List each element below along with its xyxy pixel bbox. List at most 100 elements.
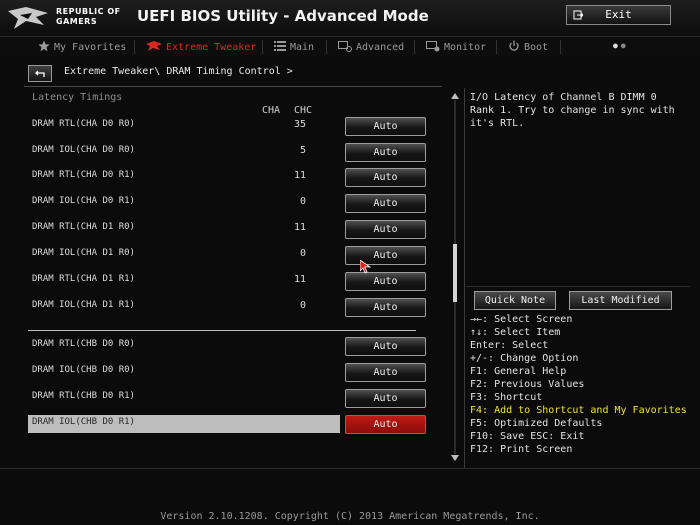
tab-extreme-tweaker[interactable]: Extreme Tweaker bbox=[146, 40, 256, 56]
mouse-cursor-icon bbox=[360, 260, 372, 274]
group-separator bbox=[28, 330, 416, 331]
setting-value: 11 bbox=[293, 170, 306, 181]
tab-label: Main bbox=[290, 42, 315, 53]
key-legend: →←: Select Screen ↑↓: Select Item Enter:… bbox=[470, 313, 690, 456]
app-title: UEFI BIOS Utility - Advanced Mode bbox=[137, 7, 429, 25]
setting-row[interactable]: DRAM RTL(CHB D0 R1) bbox=[28, 389, 340, 407]
setting-row[interactable]: DRAM IOL(CHA D0 R1) 0 bbox=[28, 194, 340, 212]
column-header-cha: CHA bbox=[262, 105, 281, 116]
setting-value: 11 bbox=[293, 274, 306, 285]
page-dot-active[interactable]: ● bbox=[613, 41, 621, 50]
setting-label: DRAM RTL(CHB D0 R1) bbox=[32, 391, 135, 401]
setting-row[interactable]: DRAM IOL(CHA D1 R0) 0 bbox=[28, 246, 340, 264]
page-indicator[interactable]: ●● bbox=[613, 41, 629, 50]
last-modified-button[interactable]: Last Modified bbox=[569, 291, 672, 310]
tab-monitor[interactable]: Monitor bbox=[426, 40, 486, 56]
breadcrumb[interactable]: Extreme Tweaker\ DRAM Timing Control > bbox=[64, 66, 293, 77]
version-footer: Version 2.10.1208. Copyright (C) 2013 Am… bbox=[160, 511, 540, 522]
setting-row[interactable]: DRAM RTL(CHA D1 R0) 11 bbox=[28, 220, 340, 238]
setting-row[interactable]: DRAM RTL(CHB D0 R0) bbox=[28, 337, 340, 355]
setting-row[interactable]: DRAM IOL(CHA D1 R1) 0 bbox=[28, 298, 340, 316]
setting-label: DRAM IOL(CHA D0 R0) bbox=[32, 145, 135, 155]
setting-label: DRAM IOL(CHB D0 R1) bbox=[32, 417, 135, 427]
setting-value: 0 bbox=[299, 248, 306, 259]
tab-separator bbox=[262, 40, 263, 54]
rog-logo-icon bbox=[8, 7, 48, 29]
rog-eye-icon bbox=[146, 41, 162, 51]
page-dot[interactable]: ● bbox=[621, 41, 629, 50]
key-hint: F1: General Help bbox=[470, 366, 567, 377]
tab-separator bbox=[414, 40, 415, 54]
option-button[interactable]: Auto bbox=[345, 143, 426, 162]
setting-label: DRAM RTL(CHA D0 R1) bbox=[32, 170, 135, 180]
back-button[interactable] bbox=[28, 65, 52, 82]
setting-row[interactable]: DRAM RTL(CHA D0 R0) 35 bbox=[28, 117, 340, 135]
setting-row[interactable]: DRAM IOL(CHA D0 R0) 5 bbox=[28, 143, 340, 161]
key-hint: ↑↓: Select Item bbox=[470, 327, 561, 338]
option-button[interactable]: Auto bbox=[345, 220, 426, 239]
tab-separator bbox=[560, 40, 561, 54]
setting-row[interactable]: DRAM IOL(CHB D0 R0) bbox=[28, 363, 340, 381]
option-button[interactable]: Auto bbox=[345, 389, 426, 408]
option-button[interactable]: Auto bbox=[345, 246, 426, 265]
back-arrow-icon bbox=[35, 70, 45, 77]
setting-row-selected[interactable]: DRAM IOL(CHB D0 R1) bbox=[28, 415, 340, 433]
setting-value: 35 bbox=[293, 119, 306, 130]
setting-row[interactable]: DRAM RTL(CHA D1 R1) 11 bbox=[28, 272, 340, 290]
exit-icon bbox=[573, 10, 583, 20]
scrollbar-thumb[interactable] bbox=[453, 244, 457, 302]
option-button[interactable]: Auto bbox=[345, 168, 426, 187]
settings-scrollbar[interactable] bbox=[450, 92, 460, 462]
tab-separator bbox=[496, 40, 497, 54]
quick-note-button[interactable]: Quick Note bbox=[474, 291, 556, 310]
tab-separator bbox=[134, 40, 135, 54]
option-button[interactable]: Auto bbox=[345, 117, 426, 136]
option-button[interactable]: Auto bbox=[345, 363, 426, 382]
key-hint: F2: Previous Values bbox=[470, 379, 585, 390]
setting-label: DRAM RTL(CHA D1 R0) bbox=[32, 222, 135, 232]
breadcrumb-divider bbox=[24, 86, 442, 87]
setting-label: DRAM IOL(CHB D0 R0) bbox=[32, 365, 135, 375]
setting-label: DRAM IOL(CHA D1 R0) bbox=[32, 248, 135, 258]
option-button[interactable]: Auto bbox=[345, 194, 426, 213]
tab-label: My Favorites bbox=[54, 42, 127, 53]
key-hint: F3: Shortcut bbox=[470, 392, 543, 403]
footer-divider bbox=[0, 468, 700, 469]
star-icon bbox=[38, 40, 50, 52]
key-hint: Enter: Select bbox=[470, 340, 549, 351]
monitor-gear-icon bbox=[426, 41, 440, 52]
tab-my-favorites[interactable]: My Favorites bbox=[38, 40, 126, 56]
setting-label: DRAM RTL(CHA D0 R0) bbox=[32, 119, 135, 129]
option-button[interactable]: Auto bbox=[345, 298, 426, 317]
brand-line-2: GAMERS bbox=[56, 17, 98, 26]
tab-separator bbox=[326, 40, 327, 54]
tab-advanced[interactable]: Advanced bbox=[338, 40, 404, 56]
setting-value: 11 bbox=[293, 222, 306, 233]
scroll-down-icon[interactable] bbox=[450, 454, 460, 462]
setting-row[interactable]: DRAM RTL(CHA D0 R1) 11 bbox=[28, 168, 340, 186]
key-hint: F5: Optimized Defaults bbox=[470, 418, 603, 429]
tab-boot[interactable]: Boot bbox=[508, 40, 548, 56]
setting-value: 0 bbox=[299, 300, 306, 311]
tab-main[interactable]: Main bbox=[274, 40, 314, 56]
help-divider bbox=[466, 286, 690, 287]
power-icon bbox=[509, 40, 519, 51]
setting-label: DRAM RTL(CHA D1 R1) bbox=[32, 274, 135, 284]
exit-button[interactable]: Exit bbox=[566, 5, 671, 25]
scroll-up-icon[interactable] bbox=[450, 92, 460, 100]
section-label: Latency Timings bbox=[32, 92, 123, 103]
panel-divider bbox=[464, 88, 465, 468]
setting-value: 0 bbox=[299, 196, 306, 207]
tab-label: Extreme Tweaker bbox=[166, 42, 257, 53]
list-icon bbox=[274, 41, 286, 51]
setting-label: DRAM RTL(CHB D0 R0) bbox=[32, 339, 135, 349]
column-header-chc: CHC bbox=[294, 105, 313, 116]
key-hint: →←: Select Screen bbox=[470, 314, 573, 325]
key-hint-highlighted: F4: Add to Shortcut and My Favorites bbox=[470, 405, 687, 416]
option-button[interactable]: Auto bbox=[345, 272, 426, 291]
option-button[interactable]: Auto bbox=[345, 337, 426, 356]
setting-label: DRAM IOL(CHA D1 R1) bbox=[32, 300, 135, 310]
key-hint: +/-: Change Option bbox=[470, 353, 579, 364]
tab-label: Boot bbox=[524, 42, 549, 53]
option-button-selected[interactable]: Auto bbox=[345, 415, 426, 434]
